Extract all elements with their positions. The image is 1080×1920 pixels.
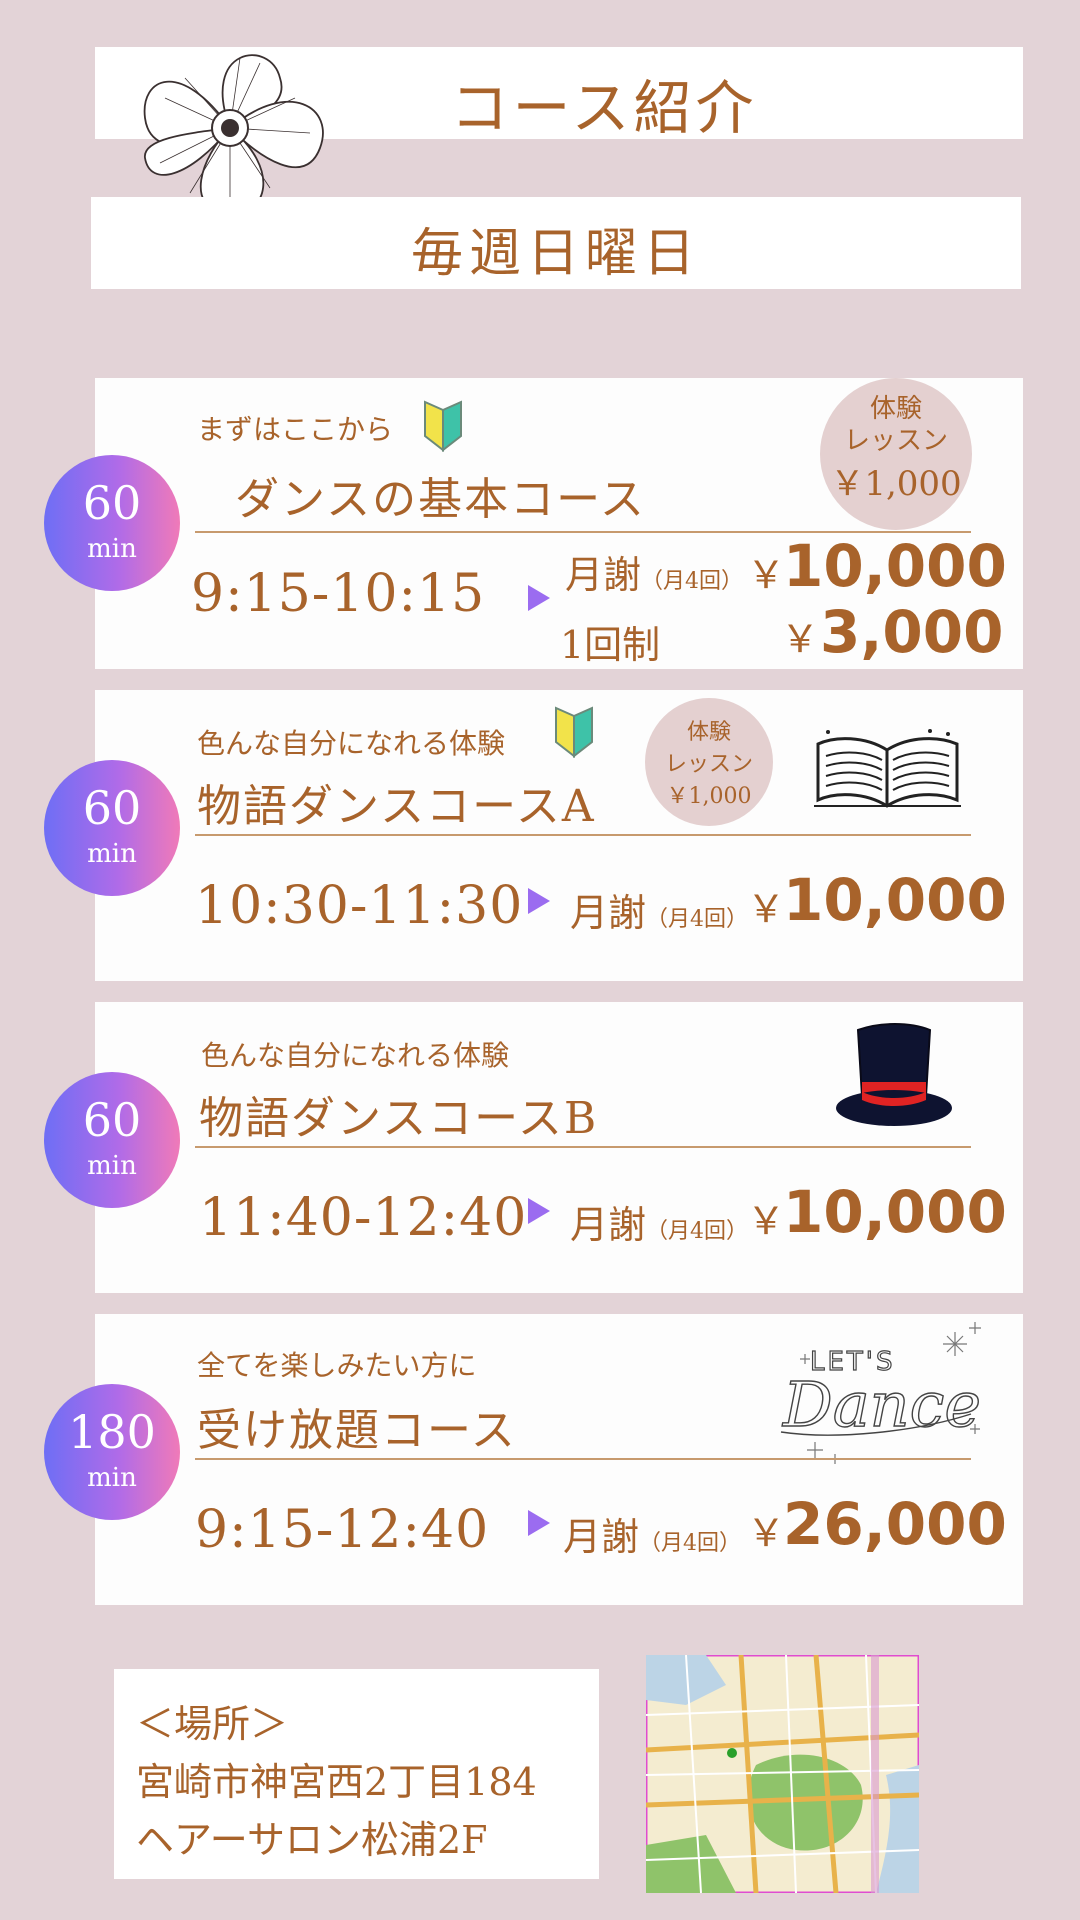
duration-unit: min bbox=[87, 1463, 137, 1493]
duration-value: 60 bbox=[82, 1093, 142, 1147]
yen-sign: ￥ bbox=[781, 617, 820, 661]
monthly-fee-label: 月謝（月4回） bbox=[570, 882, 748, 937]
fee-label: 月謝 bbox=[570, 891, 647, 935]
duration-unit: min bbox=[87, 534, 137, 564]
course-time: 10:30-11:30 bbox=[195, 876, 524, 936]
fee-label: 月謝 bbox=[565, 553, 642, 597]
single-price: 3,000 bbox=[820, 598, 1004, 666]
course-time: 9:15-10:15 bbox=[191, 564, 486, 624]
location-heading: ＜場所＞ bbox=[136, 1702, 289, 1746]
duration-unit: min bbox=[87, 839, 137, 869]
monthly-fee-label: 月謝（月4回） bbox=[565, 544, 743, 599]
arrow-icon bbox=[528, 1510, 550, 1536]
course-time: 11:40-12:40 bbox=[199, 1188, 528, 1248]
duration-unit: min bbox=[87, 1151, 137, 1181]
arrow-icon bbox=[528, 888, 550, 914]
single-fee-label: 1回制 bbox=[560, 623, 661, 667]
fee-note: （月4回） bbox=[641, 569, 744, 594]
trial-label-2: レッスン bbox=[664, 752, 753, 777]
arrow-icon bbox=[528, 1198, 550, 1224]
monthly-fee-label: 月謝（月4回） bbox=[563, 1506, 741, 1561]
fee-note: （月4回） bbox=[646, 1219, 749, 1244]
trial-badge: 体験 レッスン ￥1,000 bbox=[820, 378, 972, 530]
trial-label: 体験 bbox=[686, 720, 731, 745]
monthly-price: 10,000 bbox=[783, 1178, 1007, 1246]
course-subtitle: 色んな自分になれる体験 bbox=[201, 1039, 510, 1072]
monthly-price: 10,000 bbox=[783, 532, 1007, 600]
divider bbox=[195, 834, 971, 836]
divider bbox=[195, 1458, 971, 1460]
course-name: 物語ダンスコースB bbox=[199, 1093, 599, 1144]
course-name: ダンスの基本コース bbox=[235, 474, 646, 525]
course-card-story-a: 色んな自分になれる体験 物語ダンスコースA 体験 レッスン ￥1,000 10:… bbox=[95, 690, 1023, 981]
fee-note: （月4回） bbox=[639, 1531, 742, 1556]
course-card-basic: まずはここから ダンスの基本コース 体験 レッスン ￥1,000 9:15-10… bbox=[95, 378, 1023, 669]
map-image[interactable] bbox=[646, 1655, 919, 1893]
trial-label-2: レッスン bbox=[843, 426, 948, 456]
beginner-mark-icon bbox=[424, 400, 462, 452]
course-subtitle: 色んな自分になれる体験 bbox=[197, 727, 506, 760]
arrow-icon bbox=[528, 585, 550, 611]
trial-badge: 体験 レッスン ￥1,000 bbox=[645, 698, 773, 826]
course-name: 物語ダンスコースA bbox=[197, 781, 596, 832]
course-subtitle: 全てを楽しみたい方に bbox=[197, 1349, 477, 1382]
top-hat-icon bbox=[836, 1023, 952, 1126]
course-subtitle: まずはここから bbox=[197, 413, 394, 446]
duration-value: 60 bbox=[82, 781, 142, 835]
yen-sign: ￥ bbox=[747, 553, 786, 597]
flower-icon bbox=[143, 54, 324, 215]
lets-dance-logo: LET'S Dance bbox=[780, 1322, 982, 1464]
trial-price: ￥1,000 bbox=[830, 464, 962, 504]
monthly-fee-label: 月謝（月4回） bbox=[570, 1194, 748, 1249]
duration-badge: 60 min bbox=[44, 760, 180, 896]
duration-badge: 60 min bbox=[44, 455, 180, 591]
open-book-icon bbox=[814, 729, 961, 808]
beginner-mark-icon bbox=[555, 706, 593, 758]
location-address: 宮崎市神宮西2丁目184 bbox=[136, 1760, 537, 1804]
course-card-unlimited: 全てを楽しみたい方に 受け放題コース LET'S Dance 9:15-12:4… bbox=[95, 1314, 1023, 1605]
duration-badge: 180 min bbox=[44, 1384, 180, 1520]
trial-price: ￥1,000 bbox=[666, 784, 752, 809]
monthly-price: 10,000 bbox=[783, 866, 1007, 934]
divider bbox=[195, 1146, 971, 1148]
location-box: ＜場所＞ 宮崎市神宮西2丁目184 ヘアーサロン松浦2F bbox=[114, 1669, 599, 1879]
yen-sign: ￥ bbox=[747, 1199, 786, 1243]
duration-badge: 60 min bbox=[44, 1072, 180, 1208]
location-building: ヘアーサロン松浦2F bbox=[136, 1818, 488, 1862]
yen-sign: ￥ bbox=[747, 887, 786, 931]
duration-value: 60 bbox=[82, 476, 142, 530]
fee-label: 月謝 bbox=[570, 1203, 647, 1247]
fee-label: 月謝 bbox=[563, 1515, 640, 1559]
course-time: 9:15-12:40 bbox=[195, 1500, 490, 1560]
dance-text: Dance bbox=[782, 1368, 981, 1441]
yen-sign: ￥ bbox=[747, 1511, 786, 1555]
course-name: 受け放題コース bbox=[197, 1405, 517, 1456]
day-banner: 毎週日曜日 bbox=[91, 197, 1021, 289]
course-card-story-b: 色んな自分になれる体験 物語ダンスコースB 11:40-12:40 月謝（月4回… bbox=[95, 1002, 1023, 1293]
monthly-price: 26,000 bbox=[783, 1490, 1007, 1558]
schedule-day: 毎週日曜日 bbox=[410, 224, 701, 284]
fee-note: （月4回） bbox=[646, 907, 749, 932]
duration-value: 180 bbox=[68, 1405, 156, 1459]
